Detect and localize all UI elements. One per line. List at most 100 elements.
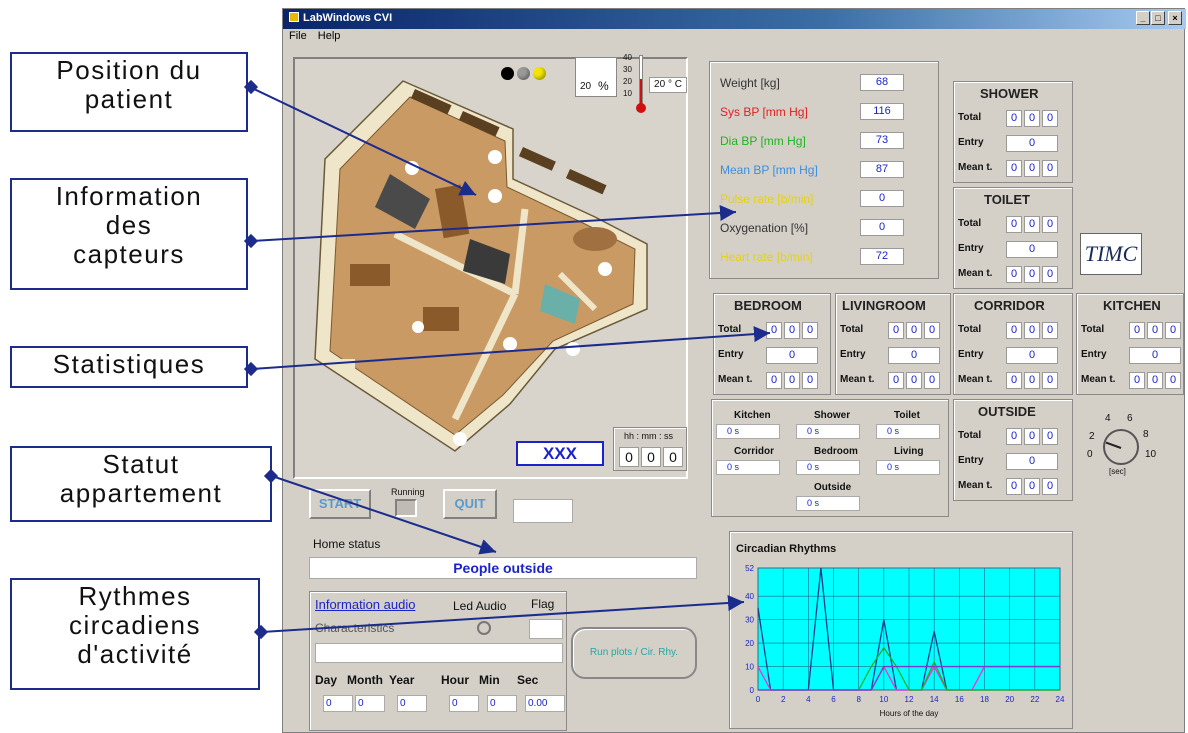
sensor-panel: Weight [kg] 68 Sys BP [mm Hg] 116 Dia BP [mm… xyxy=(709,61,939,279)
date-field[interactable]: 0 xyxy=(487,695,517,712)
mean-value: 0 xyxy=(766,372,782,389)
start-button[interactable]: START xyxy=(309,489,371,519)
x-tick-label: 0 xyxy=(756,695,761,704)
date-field[interactable]: 0 xyxy=(397,695,427,712)
spinner-icon[interactable] xyxy=(877,425,883,437)
kitchen-panel: KITCHEN Total Entry Mean t. 0 0 0 0 0 0 0 xyxy=(1076,293,1184,395)
knob-tick-4: 4 xyxy=(1105,413,1111,424)
spinner-icon[interactable] xyxy=(877,461,883,473)
knob-tick-6: 6 xyxy=(1127,413,1133,424)
humidity-unit: % xyxy=(598,79,609,93)
minimize-button[interactable]: _ xyxy=(1136,11,1150,25)
indicator-black xyxy=(501,67,514,80)
spinner-icon[interactable] xyxy=(717,425,723,437)
annotation-information-line1: Information xyxy=(55,181,203,211)
clock-hours: 0 xyxy=(619,447,639,467)
x-tick-label: 12 xyxy=(905,695,914,704)
mean-value: 0 xyxy=(1042,266,1058,283)
apartment-view xyxy=(293,57,688,479)
total-label: Total xyxy=(718,324,742,335)
annotation-information: Information des capteurs xyxy=(10,178,248,290)
sensor-value: 0 xyxy=(860,190,904,207)
total-value: 0 xyxy=(1024,110,1040,127)
quit-button[interactable]: QUIT xyxy=(443,489,497,519)
date-field[interactable]: 0.00 xyxy=(525,695,565,712)
sensor-value: 87 xyxy=(860,161,904,178)
total-label: Total xyxy=(958,112,982,123)
spinner-icon[interactable] xyxy=(797,461,803,473)
room-name: KITCHEN xyxy=(1103,298,1161,313)
livingroom-panel: LIVINGROOM Total Entry Mean t. 0 0 0 0 0 0 0 xyxy=(835,293,951,395)
led-audio-indicator xyxy=(477,621,491,635)
x-tick-label: 6 xyxy=(831,695,836,704)
sensor-value: 68 xyxy=(860,74,904,91)
mean-value: 0 xyxy=(1024,372,1040,389)
mean-value: 0 xyxy=(888,372,904,389)
date-field[interactable]: 0 xyxy=(323,695,353,712)
date-label: Hour xyxy=(441,673,469,687)
total-label: Total xyxy=(958,324,982,335)
chart-title: Circadian Rhythms xyxy=(736,543,836,555)
timer-field[interactable]: 0 s xyxy=(876,424,940,439)
flag-field[interactable] xyxy=(529,619,563,639)
spinner-icon[interactable] xyxy=(797,497,803,509)
date-field[interactable]: 0 xyxy=(449,695,479,712)
temp-tick-20: 20 xyxy=(623,77,632,86)
tab-information-audio[interactable]: Information audio xyxy=(315,597,415,612)
entry-label: Entry xyxy=(958,243,984,254)
annotation-information-line2: des xyxy=(105,210,153,240)
total-label: Total xyxy=(958,430,982,441)
entry-label: Entry xyxy=(958,349,984,360)
timer-field[interactable]: 0 s xyxy=(796,460,860,475)
annotation-position-line1: Position du xyxy=(56,55,202,85)
timer-label: Living xyxy=(894,446,924,457)
menu-file[interactable]: File xyxy=(289,30,307,42)
total-value: 0 xyxy=(1006,428,1022,445)
entry-label: Entry xyxy=(958,455,984,466)
run-plots-button[interactable]: Run plots / Cir. Rhy. xyxy=(571,627,697,679)
mean-value: 0 xyxy=(1042,478,1058,495)
timer-field[interactable]: 0 s xyxy=(876,460,940,475)
mean-value: 0 xyxy=(1042,160,1058,177)
menu-help[interactable]: Help xyxy=(318,30,341,42)
date-label: Month xyxy=(347,673,383,687)
total-value: 0 xyxy=(802,322,818,339)
timer-field[interactable]: 0 s xyxy=(796,424,860,439)
run-plots-label: Run plots / Cir. Rhy. xyxy=(589,647,679,658)
total-value: 0 xyxy=(1042,428,1058,445)
total-value: 0 xyxy=(906,322,922,339)
status-field xyxy=(513,499,573,523)
characteristics-field[interactable] xyxy=(315,643,563,663)
spinner-icon[interactable] xyxy=(717,461,723,473)
date-field[interactable]: 0 xyxy=(355,695,385,712)
temp-tick-40: 40 xyxy=(623,53,632,62)
mean-value: 0 xyxy=(1024,266,1040,283)
close-button[interactable]: × xyxy=(1168,11,1182,25)
timer-field[interactable]: 0 s xyxy=(796,496,860,511)
y-tick-label: 52 xyxy=(745,564,754,573)
mean-value: 0 xyxy=(1006,266,1022,283)
mean-value: 0 xyxy=(906,372,922,389)
y-tick-label: 40 xyxy=(745,592,754,601)
sensor-label: Sys BP [mm Hg] xyxy=(720,105,808,119)
total-label: Total xyxy=(958,218,982,229)
timer-field[interactable]: 0 s xyxy=(716,460,780,475)
mean-label: Mean t. xyxy=(718,374,753,385)
maximize-button[interactable]: □ xyxy=(1151,11,1165,25)
annotation-rythmes: Rythmes circadiens d'activité xyxy=(10,578,260,690)
total-value: 0 xyxy=(1006,322,1022,339)
total-value: 0 xyxy=(1042,216,1058,233)
interval-knob[interactable]: 2 4 6 8 10 0 [sec] xyxy=(1083,407,1173,487)
spinner-icon[interactable] xyxy=(797,425,803,437)
thermometer: 40 30 20 10 xyxy=(619,53,649,119)
room-name: CORRIDOR xyxy=(974,298,1045,313)
x-tick-label: 22 xyxy=(1030,695,1039,704)
annotation-statut: Statut appartement xyxy=(10,446,272,522)
annotation-rythmes-line1: Rythmes xyxy=(78,581,192,611)
sensor-value: 72 xyxy=(860,248,904,265)
clock-minutes: 0 xyxy=(641,447,661,467)
knob-tick-8: 8 xyxy=(1143,429,1149,440)
x-tick-label: 16 xyxy=(955,695,964,704)
start-button-label: START xyxy=(318,496,362,511)
timer-field[interactable]: 0 s xyxy=(716,424,780,439)
